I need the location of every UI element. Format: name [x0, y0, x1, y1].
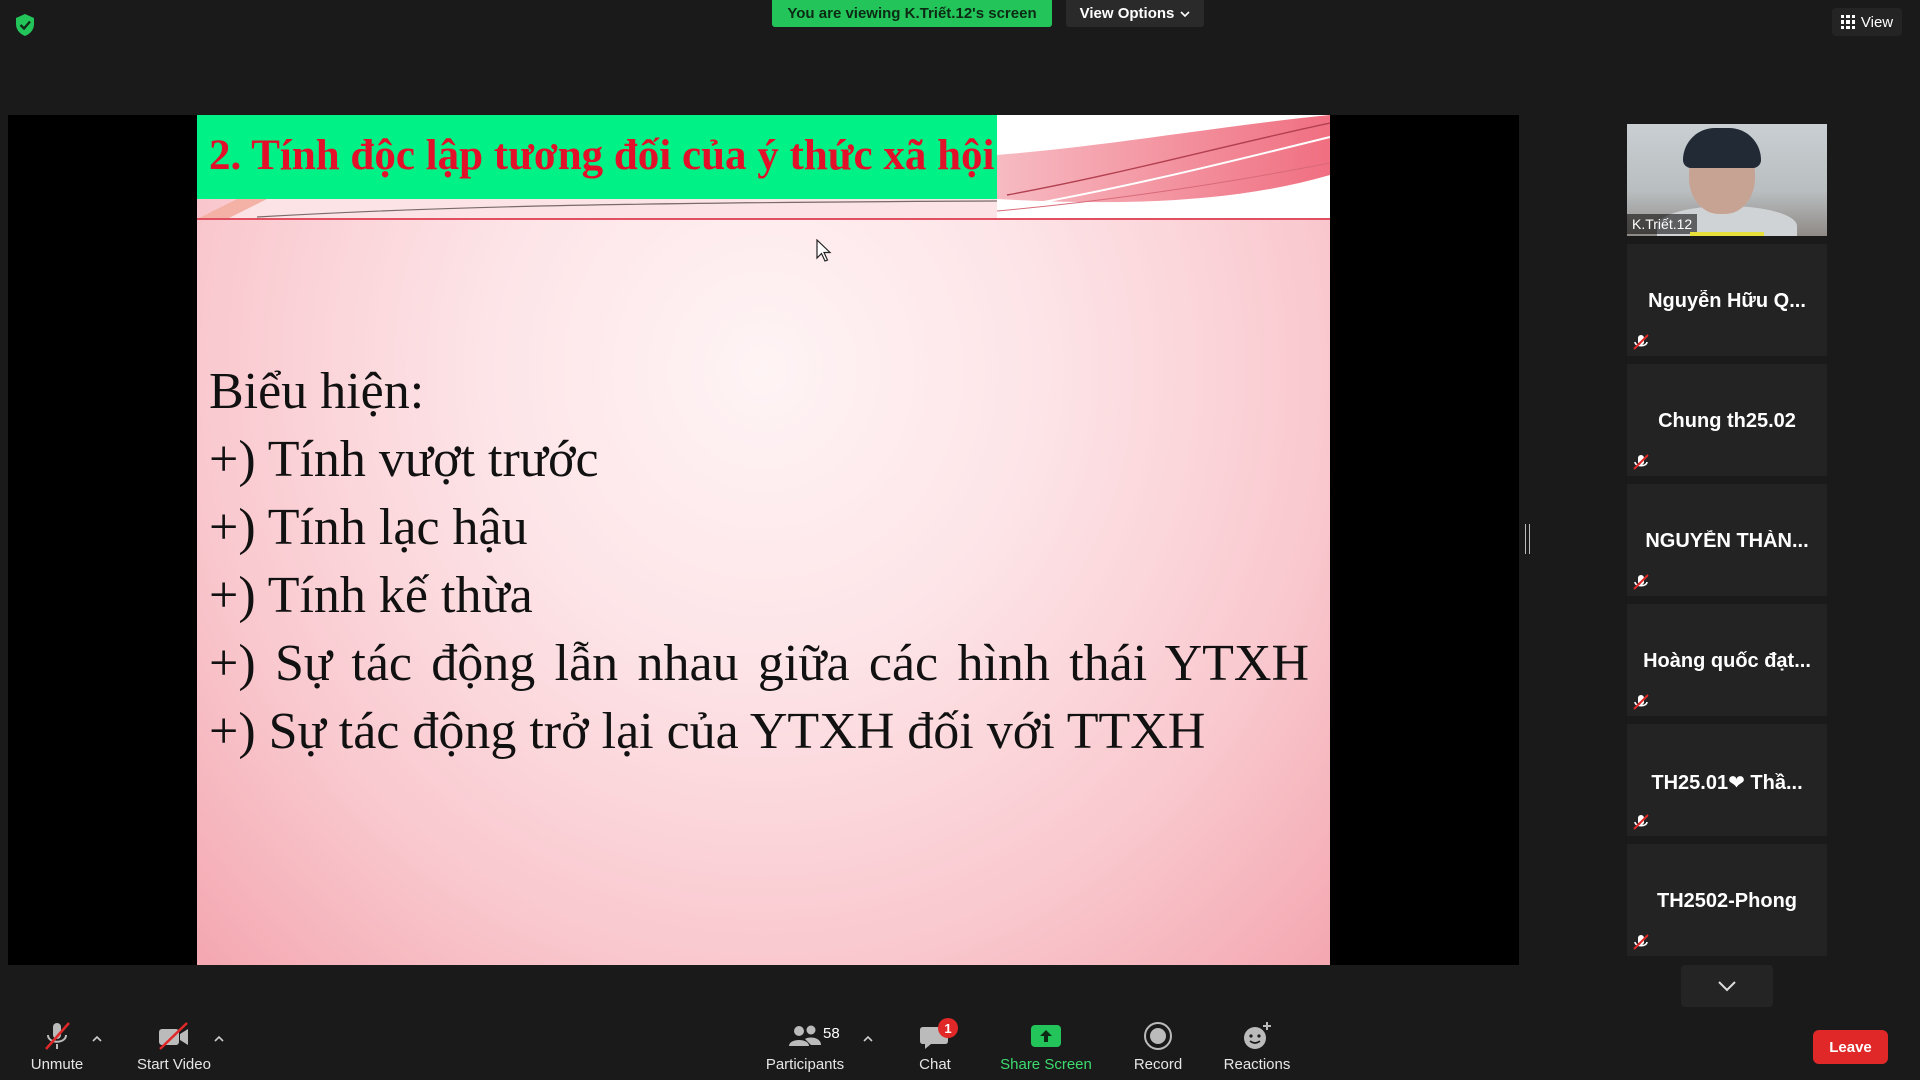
muted-mic-icon	[1633, 934, 1649, 950]
share-screen-label: Share Screen	[1000, 1056, 1092, 1073]
audio-options-caret-icon[interactable]	[91, 1034, 103, 1044]
meeting-toolbar: Unmute Start Video Participants 58 1 Cha…	[0, 1008, 1920, 1080]
view-options-button[interactable]: View Options	[1066, 0, 1204, 27]
slide-body: Biểu hiện: +) Tính vượt trước +) Tính lạ…	[209, 358, 1309, 766]
participant-tile[interactable]: NGUYỄN THÀN...	[1627, 484, 1827, 596]
participants-label: Participants	[765, 1056, 845, 1073]
muted-mic-icon	[1633, 454, 1649, 470]
viewing-screen-banner: You are viewing K.Triết.12's screen	[772, 0, 1052, 27]
share-screen-icon	[1031, 1025, 1061, 1047]
video-options-caret-icon[interactable]	[213, 1034, 225, 1044]
participant-name: Nguyễn Hữu Q...	[1648, 290, 1806, 312]
slide-line: +) Tính vượt trước	[209, 431, 599, 488]
security-shield-icon[interactable]	[14, 13, 36, 37]
participants-strip: K.Triết.12 Nguyễn Hữu Q... Chung th25.02…	[1627, 124, 1827, 956]
slide-line: Biểu hiện:	[209, 363, 425, 420]
reactions-label: Reactions	[1223, 1056, 1291, 1073]
participant-tile[interactable]: Chung th25.02	[1627, 364, 1827, 476]
split-resize-handle[interactable]	[1525, 524, 1530, 554]
muted-mic-icon	[45, 1022, 70, 1050]
participant-name: Chung th25.02	[1658, 410, 1796, 432]
mouse-pointer-icon	[816, 239, 832, 262]
slide-header-underline-art	[197, 199, 997, 219]
reactions-button[interactable]: Reactions	[1224, 1020, 1290, 1080]
slide-line: +) Sự tác động lẫn nhau giữa các hình th…	[209, 635, 1309, 692]
participant-tile[interactable]: Hoàng quốc đạt...	[1627, 604, 1827, 716]
chat-button[interactable]: 1 Chat	[910, 1018, 960, 1080]
participants-icon	[789, 1025, 821, 1046]
leave-button[interactable]: Leave	[1813, 1030, 1888, 1064]
slide-line: +) Sự tác động trở lại của YTXH đối với …	[209, 703, 1206, 760]
participants-count: 58	[823, 1025, 840, 1042]
participant-name: NGUYỄN THÀN...	[1645, 530, 1809, 552]
presentation-slide: 2. Tính độc lập tương đối của ý thức xã …	[197, 115, 1330, 965]
record-label: Record	[1133, 1056, 1183, 1073]
chevron-down-icon	[1718, 981, 1736, 992]
muted-mic-icon	[1633, 814, 1649, 830]
participant-name: TH2502-Phong	[1656, 890, 1798, 912]
record-button[interactable]: Record	[1133, 1020, 1183, 1080]
participant-tile[interactable]: TH25.01❤ Thầ...	[1627, 724, 1827, 836]
muted-mic-icon	[1633, 694, 1649, 710]
chat-unread-badge: 1	[938, 1018, 958, 1038]
chevron-down-icon	[1180, 10, 1190, 17]
start-video-button[interactable]: Start Video	[134, 1020, 214, 1080]
gallery-view-button[interactable]: View	[1832, 8, 1902, 36]
view-options-label: View Options	[1079, 5, 1175, 22]
unmute-button[interactable]: Unmute	[24, 1020, 90, 1080]
strip-scroll-down-button[interactable]	[1681, 965, 1773, 1007]
share-screen-button[interactable]: Share Screen	[1000, 1020, 1092, 1080]
participants-caret-icon[interactable]	[862, 1034, 874, 1044]
view-label: View	[1860, 13, 1894, 31]
participant-name: TH25.01❤ Thầ...	[1651, 772, 1803, 794]
reactions-smiley-icon	[1244, 1022, 1271, 1049]
muted-mic-icon	[1633, 334, 1649, 350]
video-off-icon	[159, 1022, 188, 1050]
slide-title: 2. Tính độc lập tương đối của ý thức xã …	[209, 132, 995, 179]
participant-tile[interactable]: TH2502-Phong	[1627, 844, 1827, 956]
slide-divider	[197, 218, 1330, 220]
slide-decorative-swoosh	[997, 115, 1330, 219]
start-video-label: Start Video	[137, 1056, 211, 1073]
slide-line: +) Tính kế thừa	[209, 567, 533, 624]
chat-label: Chat	[919, 1056, 951, 1073]
record-icon	[1144, 1022, 1172, 1050]
participant-name-tag: K.Triết.12	[1627, 214, 1698, 234]
slide-line: +) Tính lạc hậu	[209, 499, 528, 556]
active-speaker-indicator	[1690, 232, 1764, 236]
participant-name: Hoàng quốc đạt...	[1643, 650, 1811, 672]
participant-tile[interactable]: Nguyễn Hữu Q...	[1627, 244, 1827, 356]
video-tile-presenter[interactable]: K.Triết.12	[1627, 124, 1827, 236]
grid-icon	[1840, 15, 1855, 29]
unmute-label: Unmute	[30, 1056, 84, 1073]
muted-mic-icon	[1633, 574, 1649, 590]
